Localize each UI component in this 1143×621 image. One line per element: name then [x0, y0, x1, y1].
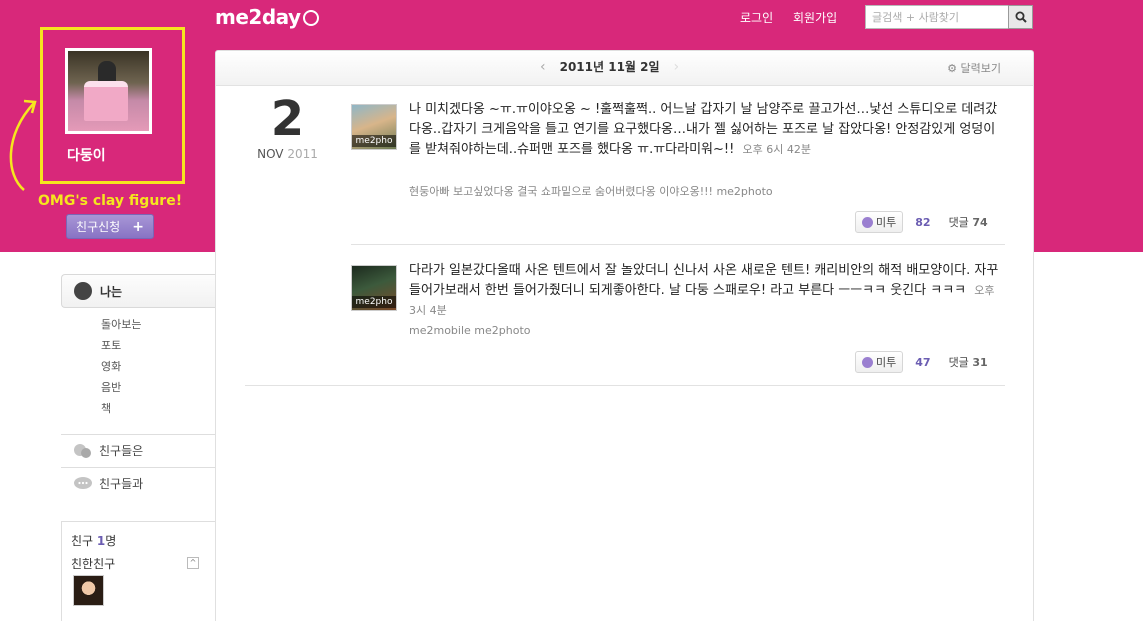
timeline-end-divider: [245, 385, 1005, 386]
timeline-header: ‹ 2011년 11월 2일 › ⚙ 달력보기: [216, 51, 1033, 86]
signup-link[interactable]: 회원가입: [793, 9, 837, 26]
metoo-button[interactable]: 미투: [855, 351, 904, 373]
search-icon: [1015, 11, 1027, 23]
sidebar-subitem-music[interactable]: 음반: [101, 379, 121, 395]
annotation-arrow-icon: [9, 99, 37, 191]
speech-bubble-icon: [74, 282, 92, 300]
avatar[interactable]: [73, 575, 104, 606]
date-month: NOV: [257, 147, 284, 161]
post-text: 나 미치겠다옹 ~ㅠ.ㅠ이야오옹 ~ !훌쩍훌쩍.. 어느날 갑자기 날 남양주…: [409, 102, 998, 157]
metoo-label: 미투: [876, 356, 897, 369]
comment-count: 31: [972, 356, 988, 369]
post-actions: 미투 47 댓글 31: [855, 351, 988, 373]
profile-photo[interactable]: [65, 48, 152, 134]
friends-bubble-icon: [74, 443, 91, 458]
metoo-button[interactable]: 미투: [855, 211, 904, 233]
post-thumbnail[interactable]: me2pho: [351, 265, 397, 311]
metoo-icon: [862, 216, 873, 228]
sidebar-item-label: 친구들과: [99, 477, 144, 491]
next-day-chevron-icon[interactable]: ›: [666, 59, 688, 75]
post-tags: me2mobile me2photo: [409, 324, 531, 337]
metoo-count[interactable]: 47: [915, 356, 930, 369]
comment-link[interactable]: 댓글 74: [949, 214, 988, 230]
close-friends-label: 친한친구: [71, 557, 116, 571]
plus-icon: +: [132, 218, 144, 235]
metoo-label: 미투: [876, 216, 897, 229]
prev-day-chevron-icon[interactable]: ‹: [532, 59, 554, 75]
sidebar-subitem-book[interactable]: 책: [101, 400, 111, 416]
metoo-icon: [862, 356, 873, 368]
comment-label: 댓글: [948, 356, 969, 369]
search-input[interactable]: [865, 5, 1009, 29]
annotation-label: OMG's clay figure!: [38, 193, 183, 209]
date-day: 2: [270, 91, 305, 147]
sidebar-item-label: 나는: [100, 284, 123, 299]
post-actions: 미투 82 댓글 74: [855, 211, 988, 233]
sidebar-item-friends-of[interactable]: 친구들은: [61, 434, 215, 466]
logo-bubble-icon: [302, 10, 319, 26]
comment-link[interactable]: 댓글 31: [949, 354, 988, 370]
comment-count: 74: [972, 216, 988, 229]
timeline-date: 2011년 11월 2일: [559, 60, 660, 74]
date-navigator: ‹ 2011년 11월 2일 ›: [532, 58, 687, 75]
friend-box: 친구 1명 친한친구 ^: [61, 521, 215, 621]
post-thumbnail[interactable]: me2pho: [351, 104, 397, 150]
post-body: 나 미치겠다옹 ~ㅠ.ㅠ이야오옹 ~ !훌쩍훌쩍.. 어느날 갑자기 날 남양주…: [409, 100, 999, 160]
gear-icon: ⚙: [947, 62, 958, 75]
friend-count: 친구 1명: [71, 534, 117, 548]
sidebar-subitem-movie[interactable]: 영화: [101, 358, 121, 374]
login-link[interactable]: 로그인: [740, 9, 773, 26]
date-month-year: NOV 2011: [245, 147, 330, 161]
profile-name[interactable]: 다둥이: [67, 145, 106, 165]
thumbnail-label: me2pho: [352, 135, 396, 147]
post-item: me2pho 나 미치겠다옹 ~ㅠ.ㅠ이야오옹 ~ !훌쩍훌쩍.. 어느날 갑자…: [351, 102, 1005, 234]
sidebar-subitem-photo[interactable]: 포토: [101, 337, 121, 353]
sidebar-item-friends-with[interactable]: 친구들과: [61, 467, 215, 499]
me2day-logo[interactable]: me2day: [215, 5, 319, 29]
collapse-toggle-button[interactable]: ^: [187, 557, 199, 569]
chat-bubble-icon: [74, 476, 92, 489]
friend-request-button[interactable]: 친구신청 +: [66, 214, 154, 239]
sidebar-item-label: 친구들은: [99, 444, 144, 458]
post-text: 다라가 일본갔다올때 사온 텐트에서 잘 놀았더니 신나서 사온 새로운 텐트!…: [409, 263, 999, 298]
date-stamp: 2 NOV 2011: [245, 95, 330, 161]
search-button[interactable]: [1008, 5, 1033, 29]
sidebar-subitem-review[interactable]: 돌아보는: [101, 316, 141, 332]
date-year: 2011: [287, 147, 318, 161]
post-divider: [351, 244, 1005, 245]
calendar-button[interactable]: ⚙ 달력보기: [947, 60, 1001, 76]
cake-shape: [84, 81, 128, 121]
sidebar-item-me[interactable]: 나는: [61, 274, 215, 308]
clay-figure-image: [68, 51, 149, 131]
metoo-count[interactable]: 82: [915, 216, 930, 229]
post-time[interactable]: 오후 6시 42분: [742, 143, 810, 156]
calendar-label: 달력보기: [960, 62, 1001, 75]
post-body: 다라가 일본갔다올때 사온 텐트에서 잘 놀았더니 신나서 사온 새로운 텐트!…: [409, 261, 999, 321]
comment-label: 댓글: [948, 216, 969, 229]
search-box: [865, 5, 1033, 29]
thumbnail-label: me2pho: [352, 296, 396, 308]
post-tags: 현둥아빠 보고싶었다옹 결국 쇼파밑으로 숨어버렸다옹 이야오옹!!! me2p…: [409, 185, 773, 198]
post-item: me2pho 다라가 일본갔다올때 사온 텐트에서 잘 놀았더니 신나서 사온 …: [351, 263, 1005, 385]
friend-request-label: 친구신청: [76, 220, 121, 234]
